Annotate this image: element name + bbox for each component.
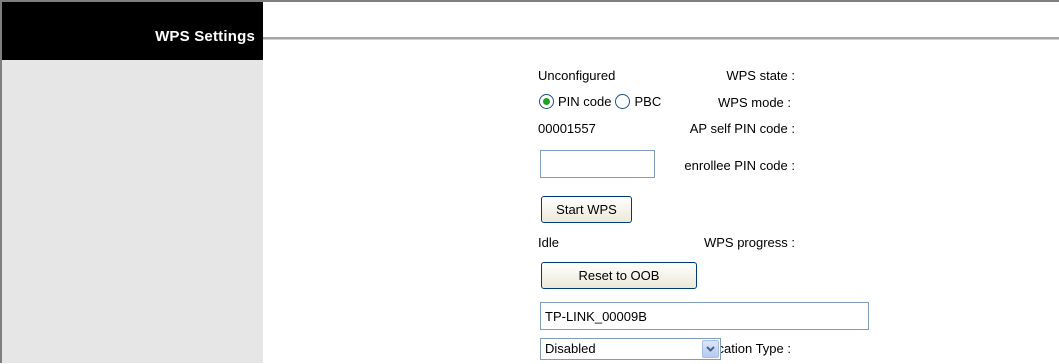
header-divider (263, 37, 1059, 40)
pbc-radio-label[interactable]: PBC (634, 94, 661, 109)
wps-state-row: WPS state : Unconfigured (263, 64, 1059, 90)
pin-code-radio[interactable] (539, 94, 554, 109)
ssid-row: SSID : (263, 302, 1059, 330)
ap-self-pin-value: 00001557 (538, 121, 596, 136)
pin-code-radio-label[interactable]: PIN code (558, 94, 611, 109)
ssid-input[interactable] (540, 302, 869, 330)
wps-mode-row: WPS mode : PIN code PBC (263, 91, 1059, 117)
start-wps-row: Start WPS (263, 196, 1059, 226)
wps-mode-radio-group: PIN code PBC (539, 94, 665, 109)
auth-type-select[interactable]: Disabled (540, 338, 721, 360)
section-title: WPS Settings (155, 28, 255, 45)
wps-progress-label: WPS progress : (703, 235, 795, 250)
section-header: WPS Settings (2, 2, 263, 60)
pbc-radio[interactable] (615, 94, 631, 109)
enrollee-pin-input[interactable] (540, 150, 655, 178)
start-wps-button[interactable]: Start WPS (541, 196, 632, 223)
wps-state-value: Unconfigured (538, 68, 616, 83)
auth-type-row: Authentication Type : Disabled (263, 338, 1059, 364)
enrollee-pin-row: enrollee PIN code : (263, 150, 1059, 189)
wps-progress-value: Idle (538, 235, 559, 250)
auth-type-selected-value: Disabled (545, 341, 596, 356)
ap-self-pin-row: AP self PIN code : 00001557 (263, 117, 1059, 143)
reset-oob-button[interactable]: Reset to OOB (541, 262, 697, 289)
wps-progress-row: WPS progress : Idle (263, 231, 1059, 257)
chevron-down-icon[interactable] (702, 340, 719, 358)
reset-oob-row: Reset to OOB (263, 262, 1059, 289)
